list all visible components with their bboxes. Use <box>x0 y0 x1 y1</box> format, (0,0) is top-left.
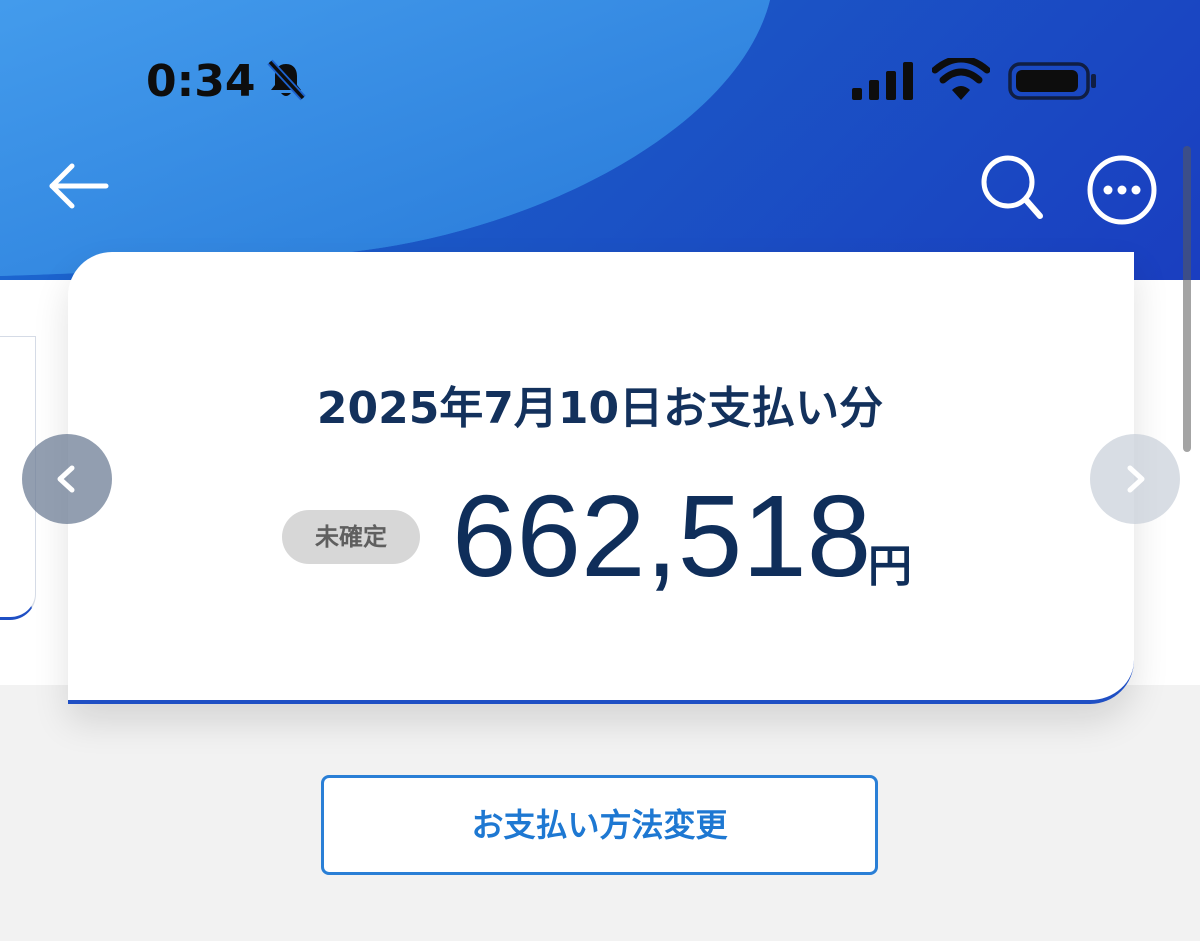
screen: 0:34 2025年7月10日お支払い分 未確定 662,518 円 お支払い方… <box>0 0 1200 941</box>
chevron-right-icon <box>1127 465 1145 493</box>
chevron-left-icon <box>57 465 75 493</box>
cellular-signal-icon <box>852 62 913 100</box>
battery-icon <box>1008 62 1096 100</box>
search-icon[interactable] <box>978 152 1046 224</box>
status-badge: 未確定 <box>282 510 420 564</box>
scrollbar[interactable] <box>1183 146 1191 452</box>
arrow-left-icon[interactable] <box>46 162 110 210</box>
wifi-icon <box>932 58 990 100</box>
payment-amount: 662,518 <box>452 471 872 601</box>
status-time: 0:34 <box>146 56 256 107</box>
header: 0:34 <box>0 0 1200 280</box>
bell-slash-icon <box>267 59 306 101</box>
change-payment-method-button[interactable]: お支払い方法変更 <box>321 775 878 875</box>
carousel-next-button[interactable] <box>1090 434 1180 524</box>
carousel-prev-button[interactable] <box>22 434 112 524</box>
header-wave-decoration <box>0 0 770 276</box>
payment-card-title: 2025年7月10日お支払い分 <box>316 383 884 434</box>
payment-amount-unit: 円 <box>868 541 912 592</box>
more-horizontal-circle-icon[interactable] <box>1086 154 1158 226</box>
